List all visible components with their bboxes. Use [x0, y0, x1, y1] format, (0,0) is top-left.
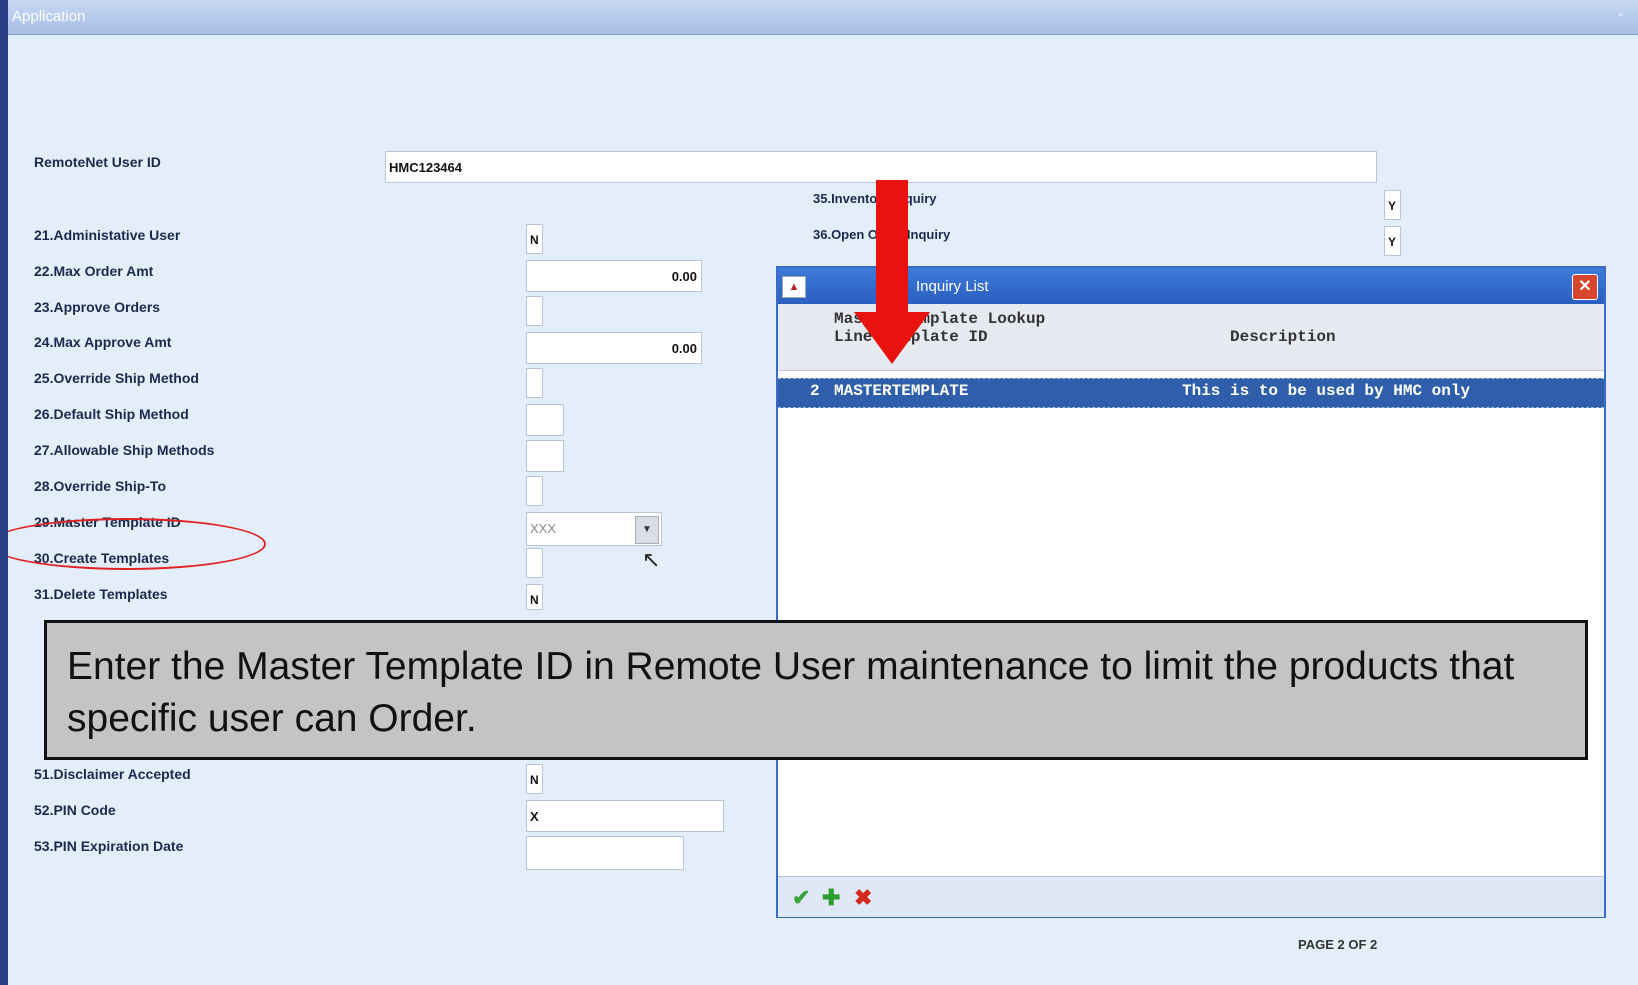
inventory-inquiry-label: 35.Inventory Inquiry: [813, 191, 937, 206]
mouse-cursor-icon: ↖: [642, 547, 661, 572]
check-icon[interactable]: ✔: [792, 885, 810, 911]
application-window: Application ◦ RemoteNet User ID HMC12346…: [8, 0, 1638, 985]
user-id-label: RemoteNet User ID: [34, 154, 161, 170]
master-template-id-value: XXX: [530, 521, 557, 536]
row-line-number: 2: [810, 382, 820, 400]
field-label-22: 22.Max Order Amt: [34, 263, 154, 279]
field-label-23: 23.Approve Orders: [34, 299, 161, 315]
table-row[interactable]: 2 MASTERTEMPLATE This is to be used by H…: [778, 378, 1604, 408]
app-icon: ▲: [782, 276, 806, 298]
title-bar: Application ◦: [8, 0, 1638, 35]
delete-templates-field[interactable]: N: [526, 584, 543, 610]
field-label-21: 21.Administative User: [34, 227, 181, 243]
dropdown-arrow-icon[interactable]: ▼: [635, 516, 659, 544]
row-description: This is to be used by HMC only: [1182, 382, 1471, 400]
window-title: Application: [12, 8, 86, 25]
field-label-53: 53.PIN Expiration Date: [34, 838, 184, 854]
column-header-description: Description: [1230, 328, 1336, 346]
pin-expiration-date-field[interactable]: [526, 836, 684, 870]
plus-icon[interactable]: ✚: [822, 885, 840, 911]
red-arrow-head: [854, 312, 930, 364]
allowable-ship-methods-field[interactable]: [526, 440, 564, 472]
field-label-26: 26.Default Ship Method: [34, 406, 189, 422]
red-arrow-shaft: [876, 180, 908, 313]
field-label-25: 25.Override Ship Method: [34, 370, 199, 386]
field-label-51: 51.Disclaimer Accepted: [34, 766, 191, 782]
window-menu-icon[interactable]: ◦: [1618, 6, 1632, 24]
field-label-27: 27.Allowable Ship Methods: [34, 442, 215, 458]
max-order-amt-field[interactable]: 0.00: [526, 260, 702, 292]
instruction-caption: Enter the Master Template ID in Remote U…: [44, 620, 1588, 760]
max-approve-amt-field[interactable]: 0.00: [526, 332, 702, 364]
close-icon[interactable]: ✕: [1572, 274, 1598, 300]
dialog-toolbar: ✔ ✚ ✖: [778, 876, 1604, 917]
field-label-28: 28.Override Ship-To: [34, 478, 166, 494]
dialog-title: Inquiry List: [916, 278, 989, 295]
x-icon[interactable]: ✖: [854, 885, 872, 911]
disclaimer-accepted-field[interactable]: N: [526, 764, 543, 794]
administrative-user-field[interactable]: N: [526, 224, 543, 254]
create-templates-field[interactable]: [526, 548, 543, 578]
row-template-id: MASTERTEMPLATE: [834, 382, 969, 400]
override-ship-method-field[interactable]: [526, 368, 543, 398]
user-id-field[interactable]: HMC123464: [385, 151, 1377, 183]
inventory-inquiry-field[interactable]: Y: [1384, 190, 1401, 220]
field-label-31: 31.Delete Templates: [34, 586, 168, 602]
highlight-ellipse: [8, 518, 266, 570]
pin-code-field[interactable]: X: [526, 800, 724, 832]
master-template-id-field[interactable]: XXX ▼: [526, 512, 662, 546]
default-ship-method-field[interactable]: [526, 404, 564, 436]
approve-orders-field[interactable]: [526, 296, 543, 326]
open-order-inquiry-field[interactable]: Y: [1384, 226, 1401, 256]
override-ship-to-field[interactable]: [526, 476, 543, 506]
page-indicator: PAGE 2 OF 2: [1298, 937, 1378, 952]
field-label-52: 52.PIN Code: [34, 802, 116, 818]
field-label-24: 24.Max Approve Amt: [34, 334, 172, 350]
